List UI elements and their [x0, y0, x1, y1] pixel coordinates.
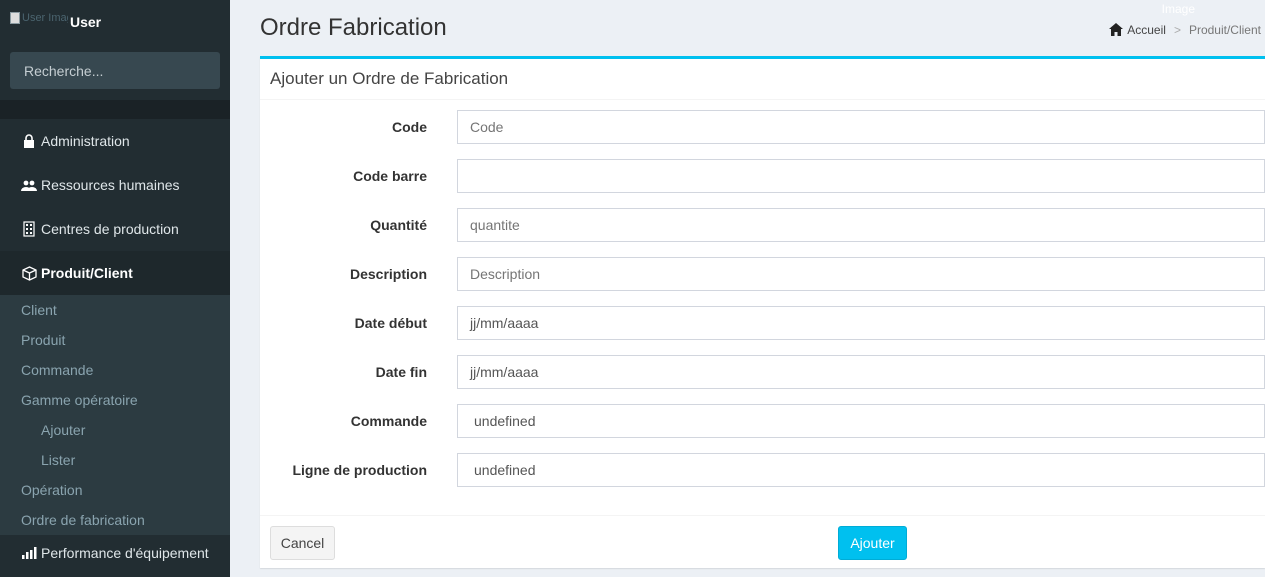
- cancel-button[interactable]: Cancel: [270, 526, 335, 560]
- date-fin-input[interactable]: jj/mm/aaaa: [457, 355, 1265, 389]
- sidebar-subitem-lister[interactable]: Lister: [0, 445, 230, 475]
- user-name: User: [70, 14, 102, 30]
- date-debut-input[interactable]: jj/mm/aaaa: [457, 306, 1265, 340]
- sidebar-submenu: Client Produit Commande Gamme opératoire…: [0, 295, 230, 535]
- sidebar-item-produit-client[interactable]: Produit/Client: [0, 251, 230, 295]
- page-title: Ordre Fabrication: [260, 14, 447, 41]
- cube-icon: [21, 265, 37, 281]
- lock-icon: [21, 133, 37, 149]
- form-row-date-fin: Date fin jj/mm/aaaa: [260, 355, 1265, 389]
- description-label: Description: [349, 266, 427, 282]
- main-content: Ordre Fabrication Image Accueil > Produi…: [230, 0, 1265, 577]
- sidebar-item-centres-de-production[interactable]: Centres de production: [0, 207, 230, 251]
- quantite-input[interactable]: [457, 208, 1265, 242]
- commande-label: Commande: [350, 413, 427, 429]
- user-avatar: User Image: [10, 12, 68, 30]
- ligne-de-production-select[interactable]: undefined: [457, 453, 1265, 487]
- header-image-alt: Image: [1161, 2, 1195, 16]
- user-image-alt: User Image: [22, 12, 68, 24]
- broken-image-icon: [10, 12, 20, 25]
- code-label: Code: [392, 119, 427, 135]
- building-icon: [21, 221, 37, 237]
- breadcrumb: Accueil > Produit/Client: [1109, 23, 1261, 37]
- home-icon: [1109, 23, 1124, 37]
- form-row-commande: Commande undefined: [260, 404, 1265, 438]
- form-title: Ajouter un Ordre de Fabrication: [270, 69, 509, 88]
- sidebar-search: [10, 52, 220, 89]
- form-header: Ajouter un Ordre de Fabrication: [260, 59, 1265, 100]
- sidebar-item-label: Produit/Client: [41, 265, 133, 281]
- sidebar-item-label: Performance d'équipement: [41, 545, 209, 561]
- sidebar-subitem-client[interactable]: Client: [0, 295, 230, 325]
- code-barre-input[interactable]: [457, 159, 1265, 193]
- breadcrumb-separator: >: [1173, 23, 1181, 37]
- sidebar-header: [0, 100, 230, 119]
- sidebar-item-ressources-humaines[interactable]: Ressources humaines: [0, 163, 230, 207]
- form-row-date-debut: Date début jj/mm/aaaa: [260, 306, 1265, 340]
- sidebar-item-label: Administration: [41, 133, 130, 149]
- breadcrumb-current: Produit/Client: [1188, 23, 1261, 37]
- form-row-ligne-de-production: Ligne de production undefined: [260, 453, 1265, 487]
- code-barre-label: Code barre: [353, 168, 427, 184]
- form-box: Ajouter un Ordre de Fabrication Code Cod…: [260, 56, 1265, 568]
- add-button[interactable]: Ajouter: [838, 526, 907, 560]
- sidebar-subitem-commande[interactable]: Commande: [0, 355, 230, 385]
- date-debut-label: Date début: [354, 315, 427, 331]
- description-input[interactable]: [457, 257, 1265, 291]
- sidebar: User Image User Administration Ressource…: [0, 0, 230, 577]
- form-row-description: Description: [260, 257, 1265, 291]
- sidebar-nav: Administration Ressources humaines Centr…: [0, 119, 230, 571]
- sidebar-subitem-ajouter[interactable]: Ajouter: [0, 415, 230, 445]
- form-row-code-barre: Code barre: [260, 159, 1265, 193]
- search-input[interactable]: [10, 52, 220, 89]
- users-icon: [21, 177, 37, 193]
- quantite-label: Quantité: [370, 217, 427, 233]
- sidebar-subitem-gamme-operatoire[interactable]: Gamme opératoire: [0, 385, 230, 415]
- sidebar-subitem-operation[interactable]: Opération: [0, 475, 230, 505]
- sidebar-item-label: Centres de production: [41, 221, 179, 237]
- user-panel: User Image User: [0, 0, 230, 44]
- ligne-de-production-label: Ligne de production: [292, 462, 427, 478]
- sidebar-item-administration[interactable]: Administration: [0, 119, 230, 163]
- commande-select[interactable]: undefined: [457, 404, 1265, 438]
- form-row-code: Code: [260, 110, 1265, 144]
- sidebar-item-performance-equipement[interactable]: Performance d'équipement: [0, 535, 230, 571]
- form-row-quantite: Quantité: [260, 208, 1265, 242]
- sidebar-subitem-ordre-de-fabrication[interactable]: Ordre de fabrication: [0, 505, 230, 535]
- form-footer: Cancel Ajouter: [260, 515, 1265, 571]
- sidebar-item-label: Ressources humaines: [41, 177, 180, 193]
- date-fin-label: Date fin: [375, 364, 427, 380]
- bar-chart-icon: [21, 545, 37, 561]
- sidebar-subitem-produit[interactable]: Produit: [0, 325, 230, 355]
- breadcrumb-home-link[interactable]: Accueil: [1127, 23, 1166, 37]
- code-input[interactable]: [457, 110, 1265, 144]
